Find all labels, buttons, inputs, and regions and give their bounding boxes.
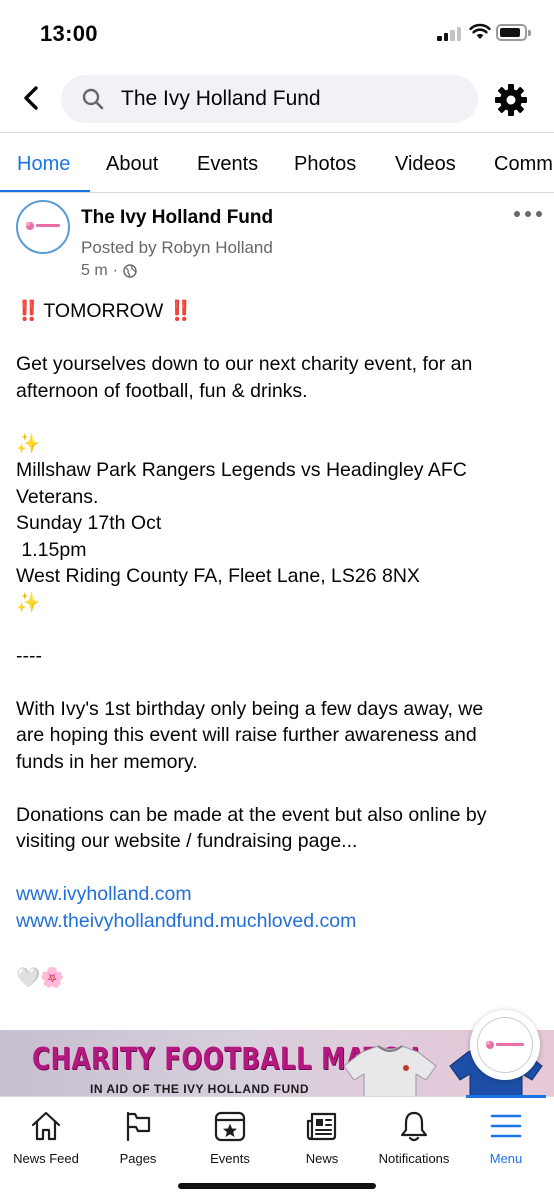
home-icon — [31, 1111, 61, 1141]
ivy-holland-logo-icon — [486, 1041, 524, 1049]
nav-label: Events — [210, 1151, 250, 1166]
fundraising-link[interactable]: www.theivyhollandfund.muchloved.com — [16, 908, 536, 935]
meta-separator: · — [112, 262, 118, 279]
status-bar: 13:00 — [0, 0, 554, 64]
headline-text: TOMORROW — [43, 300, 164, 322]
text-line: Donations can be made at the event but a… — [16, 803, 487, 826]
ivy-holland-logo-icon — [26, 222, 60, 230]
tab-photos[interactable]: Photos — [294, 153, 356, 176]
double-exclamation-emoji: ‼️ — [16, 300, 40, 322]
search-value: The Ivy Holland Fund — [121, 87, 321, 110]
post-page-name[interactable]: The Ivy Holland Fund — [81, 207, 273, 229]
post-text: ‼️ TOMORROW ‼️ Get yourselves down to ou… — [16, 296, 536, 991]
nav-label: News — [305, 1151, 339, 1166]
tab-videos[interactable]: Videos — [395, 153, 456, 176]
newspaper-icon — [306, 1112, 337, 1141]
search-icon — [82, 88, 104, 110]
post-meta: 5 m · — [81, 262, 137, 280]
nav-pages[interactable]: Pages — [92, 1097, 184, 1177]
nav-label: Notifications — [378, 1151, 450, 1166]
header: The Ivy Holland Fund — [0, 64, 554, 132]
sparkles-emoji: ✨ — [16, 432, 41, 455]
text-line: With Ivy's 1st birthday only being a few… — [16, 697, 484, 720]
sparkles-emoji: ✨ — [16, 591, 41, 614]
tab-community[interactable]: Comm — [494, 153, 553, 176]
nav-news-feed[interactable]: News Feed — [0, 1097, 92, 1177]
post-time[interactable]: 5 m — [81, 262, 108, 280]
text-line: are hoping this event will raise further… — [16, 724, 477, 746]
text-line: afternoon of football, fun & drinks. — [16, 379, 308, 402]
menu-icon — [490, 1114, 522, 1138]
floating-page-avatar[interactable] — [470, 1010, 540, 1080]
posted-by: Posted by Robyn Holland — [81, 238, 273, 257]
heart-flower-emoji: 🤍🌸 — [16, 966, 65, 989]
search-input[interactable]: The Ivy Holland Fund — [61, 75, 478, 123]
tab-about[interactable]: About — [106, 153, 158, 176]
bottom-navigation: News Feed Pages Events News Notification… — [0, 1095, 554, 1200]
text-line: visiting our website / fundraising page.… — [16, 830, 358, 852]
page-tabs: Home About Events Photos Videos Comm — [0, 132, 554, 193]
wifi-icon — [469, 23, 491, 39]
cellular-signal-icon — [437, 26, 463, 41]
avatar[interactable] — [16, 200, 70, 254]
tab-home[interactable]: Home — [17, 153, 70, 176]
nav-label: Menu — [489, 1151, 523, 1166]
more-options-icon[interactable] — [514, 209, 542, 219]
text-line: funds in her memory. — [16, 750, 198, 773]
website-link[interactable]: www.ivyholland.com — [16, 881, 536, 908]
bell-icon — [400, 1111, 428, 1142]
nav-label: Pages — [119, 1151, 157, 1166]
globe-icon — [123, 264, 137, 278]
flag-icon — [126, 1111, 151, 1142]
gear-icon[interactable] — [492, 81, 530, 119]
status-time: 13:00 — [40, 21, 98, 46]
text-line: Get yourselves down to our next charity … — [16, 353, 473, 375]
text-line: ---- — [16, 644, 42, 667]
text-line: West Riding County FA, Fleet Lane, LS26 … — [16, 565, 420, 587]
post-header: The Ivy Holland Fund Posted by Robyn Hol… — [0, 193, 554, 289]
nav-news[interactable]: News — [276, 1097, 368, 1177]
text-line: Millshaw Park Rangers Legends vs Heading… — [16, 459, 467, 481]
text-line: 1.15pm — [16, 538, 87, 561]
headline-line: ‼️ TOMORROW ‼️ — [16, 298, 536, 325]
nav-label: News Feed — [13, 1151, 79, 1166]
nav-menu[interactable]: Menu — [460, 1097, 552, 1177]
white-football-shirt-icon — [343, 1045, 437, 1096]
banner-subtitle: IN AID OF THE IVY HOLLAND FUND — [90, 1082, 309, 1096]
text-line: Veterans. — [16, 485, 99, 508]
nav-notifications[interactable]: Notifications — [368, 1097, 460, 1177]
calendar-star-icon — [214, 1111, 246, 1142]
text-line: Sunday 17th Oct — [16, 512, 162, 534]
home-indicator — [178, 1183, 376, 1189]
battery-icon — [496, 24, 531, 41]
double-exclamation-emoji: ‼️ — [168, 300, 193, 322]
nav-events[interactable]: Events — [184, 1097, 276, 1177]
tab-events[interactable]: Events — [197, 153, 258, 176]
back-chevron-icon[interactable] — [14, 80, 50, 116]
